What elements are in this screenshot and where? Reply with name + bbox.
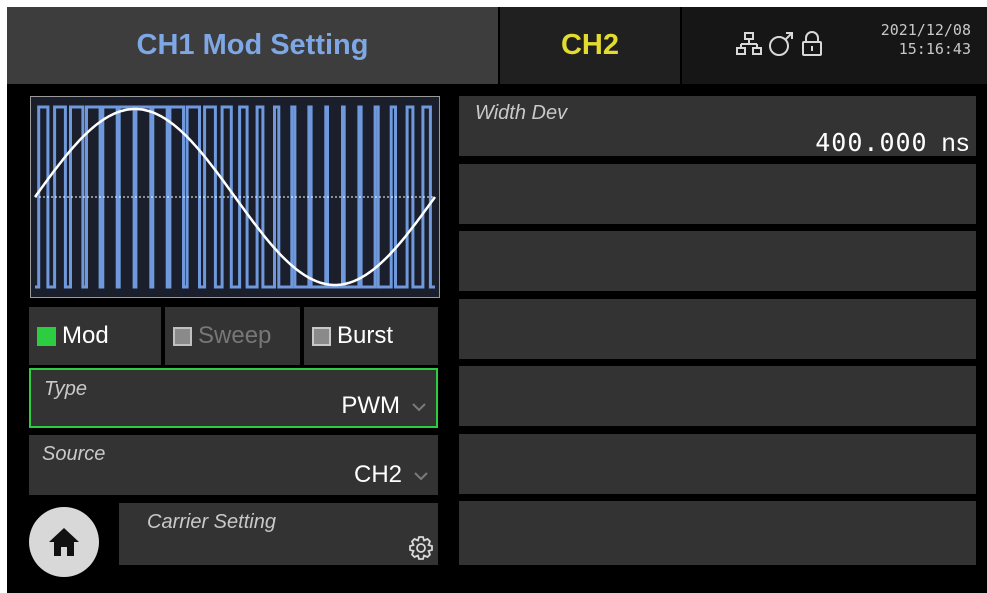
carrier-setting-label: Carrier Setting xyxy=(147,511,276,533)
tab-ch2[interactable]: CH2 xyxy=(500,7,680,84)
network-icon xyxy=(736,32,762,55)
source-label: Source xyxy=(42,443,106,465)
chevron-down-icon xyxy=(414,472,428,481)
mode-burst-label: Burst xyxy=(337,322,394,349)
empty-param-slot xyxy=(459,501,976,565)
usb-device-icon xyxy=(769,32,793,56)
tab-ch1-mod-setting[interactable]: CH1 Mod Setting xyxy=(7,7,498,84)
width-dev-label: Width Dev xyxy=(475,102,568,124)
width-dev-number: 400.000 xyxy=(815,128,928,157)
datetime: 2021/12/08 15:16:43 xyxy=(881,21,971,59)
mode-mod-button[interactable]: Mod xyxy=(29,307,161,365)
empty-param-slot xyxy=(459,164,976,224)
screen: CH1 Mod Setting CH2 2021/12/08 15:16:43 … xyxy=(7,7,987,593)
mode-sweep-button[interactable]: Sweep xyxy=(165,307,300,365)
mod-checkbox-icon xyxy=(37,326,56,346)
tab-ch2-label: CH2 xyxy=(560,29,619,61)
carrier-setting-button[interactable]: Carrier Setting xyxy=(119,503,438,565)
width-dev-unit: ns xyxy=(941,129,970,157)
gear-icon xyxy=(409,536,433,560)
tab-ch1-label: CH1 Mod Setting xyxy=(136,29,369,61)
mode-mod-label: Mod xyxy=(62,322,109,349)
mode-burst-button[interactable]: Burst xyxy=(304,307,438,365)
lock-icon xyxy=(802,31,822,56)
source-field[interactable]: Source CH2 xyxy=(29,435,438,495)
type-field[interactable]: Type PWM xyxy=(29,368,438,428)
status-bar: 2021/12/08 15:16:43 xyxy=(682,7,987,84)
type-label: Type xyxy=(44,378,87,400)
chevron-down-icon xyxy=(412,403,426,412)
source-value: CH2 xyxy=(353,461,402,488)
burst-checkbox-icon xyxy=(312,326,331,346)
type-value: PWM xyxy=(341,392,400,419)
waveform-preview xyxy=(30,96,440,298)
home-icon xyxy=(49,528,79,556)
empty-param-slot xyxy=(459,299,976,359)
time-text: 15:16:43 xyxy=(898,40,971,58)
empty-param-slot xyxy=(459,231,976,291)
mode-sweep-label: Sweep xyxy=(198,322,272,349)
width-dev-value: 400.000 ns xyxy=(815,128,970,158)
sweep-checkbox-icon xyxy=(173,326,192,346)
home-button[interactable] xyxy=(29,507,99,577)
date-text: 2021/12/08 xyxy=(880,21,971,39)
empty-param-slot xyxy=(459,434,976,494)
empty-param-slot xyxy=(459,366,976,426)
width-dev-field[interactable]: Width Dev 400.000 ns xyxy=(459,96,976,158)
